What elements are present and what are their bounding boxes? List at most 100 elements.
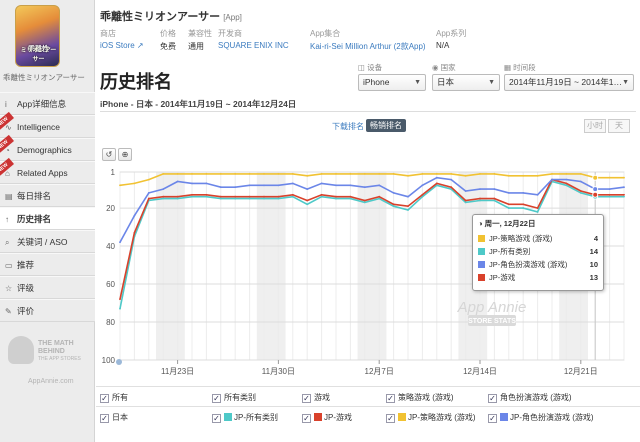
y-tick-label: 40 [106, 242, 115, 251]
legend-filter-2[interactable]: ✓ 游戏 [302, 392, 330, 403]
sidebar-item-1[interactable]: ∿ Intelligence NEW [0, 111, 95, 138]
granularity-hour-button[interactable]: 小时 [584, 119, 606, 133]
date-range-select[interactable]: 2014年11月19日 ~ 2014年1… ▼ [504, 74, 634, 91]
data-point [205, 195, 208, 198]
main-content: 乖離性ミリオンアーサー [App] 商店 iOS Store ↗ 价格 免费 兼容性 通用… [96, 0, 640, 442]
sidebar-item-5[interactable]: ↑ 历史排名 [0, 207, 95, 230]
data-point [479, 172, 481, 175]
hover-point [592, 174, 599, 181]
promo-banner[interactable]: THE MATH BEHIND THE APP STORES AppAnnie.… [8, 330, 92, 390]
legend-series-2[interactable]: ✓ JP-策略游戏 (游戏) [386, 412, 476, 423]
page-heading: 历史排名 [100, 72, 172, 92]
sidebar-item-label: 推荐 [17, 260, 35, 270]
data-point [291, 172, 294, 175]
data-point [623, 176, 625, 179]
data-point [450, 172, 453, 175]
checkbox[interactable]: ✓ [100, 414, 109, 423]
checkbox[interactable]: ✓ [302, 394, 311, 403]
legend-filter-4[interactable]: ✓ 角色扮演游戏 (游戏) [488, 392, 572, 403]
legend-filter-0[interactable]: ✓ 所有 [100, 392, 128, 403]
legend-country-filter[interactable]: ✓ 日本 [100, 412, 128, 423]
watermark-logo: App Annie [457, 299, 527, 316]
data-point [608, 195, 611, 198]
data-point [407, 209, 409, 211]
checkbox[interactable]: ✓ [212, 394, 221, 403]
promo-link[interactable]: AppAnnie.com [28, 378, 74, 385]
data-point [205, 172, 208, 175]
series-swatch [314, 413, 322, 421]
data-point [407, 195, 409, 198]
hover-point [592, 191, 599, 198]
data-point [234, 195, 237, 198]
data-point [493, 199, 496, 202]
data-point [219, 197, 222, 200]
data-point [493, 172, 496, 175]
data-point [392, 203, 395, 206]
sidebar-item-7[interactable]: ▭ 推荐 [0, 253, 95, 276]
data-point [464, 190, 467, 192]
data-point [392, 172, 395, 175]
hover-point [592, 186, 599, 193]
sidebar-item-label: 关键词 / ASO [17, 237, 68, 247]
granularity-day-button[interactable]: 天 [608, 119, 630, 133]
data-point [392, 191, 395, 194]
data-point [248, 197, 251, 200]
checkbox[interactable]: ✓ [386, 394, 395, 403]
meta-value[interactable]: Kai-ri-Sei Million Arthur (2款App) [310, 41, 426, 52]
legend-filter-3[interactable]: ✓ 策略游戏 (游戏) [386, 392, 454, 403]
checkbox[interactable]: ✓ [302, 414, 311, 423]
sidebar-item-2[interactable]: ◔ Demographics NEW [0, 134, 95, 161]
checkbox[interactable]: ✓ [488, 414, 497, 423]
divider [100, 111, 636, 112]
checkbox[interactable]: ✓ [488, 394, 497, 403]
data-point [162, 197, 165, 200]
country-select[interactable]: 日本 ▼ [432, 74, 500, 91]
data-point [162, 188, 165, 190]
legend-series-1[interactable]: ✓ JP-游戏 [302, 412, 352, 423]
app-title-text: 乖離性ミリオンアーサー [100, 11, 221, 23]
tooltip-series-label: JP-游戏 [489, 273, 516, 282]
data-point [536, 193, 539, 196]
data-point [536, 210, 539, 213]
data-point [623, 193, 625, 196]
legend-series-0[interactable]: ✓ JP-所有类别 [212, 412, 278, 423]
sidebar-item-6[interactable]: ⌕ 关键词 / ASO [0, 230, 95, 253]
sidebar-item-label: 评级 [17, 283, 35, 293]
data-point [234, 172, 237, 175]
data-point [291, 182, 294, 185]
app-icon[interactable]: 乖離性 ミリオンアーサー [15, 5, 60, 67]
reset-zoom-icon[interactable]: ↺ [102, 148, 116, 161]
checkbox[interactable]: ✓ [100, 394, 109, 403]
data-point [147, 191, 150, 194]
data-point [277, 197, 280, 200]
legend-filter-label: 所有 [112, 393, 128, 402]
meta-value: N/A [436, 41, 450, 50]
sidebar-item-4[interactable]: ▤ 每日排名 [0, 184, 95, 207]
meta-value[interactable]: SQUARE ENIX INC [218, 41, 289, 50]
device-select[interactable]: iPhone ▼ [358, 74, 426, 91]
sidebar-item-8[interactable]: ☆ 评级 [0, 276, 95, 299]
checkbox[interactable]: ✓ [212, 414, 221, 423]
data-point [479, 197, 481, 200]
device-select-group: ◫ 设备 iPhone ▼ [358, 62, 426, 91]
legend-filter-1[interactable]: ✓ 所有类别 [212, 392, 256, 403]
tooltip-row: JP-策略游戏 (游戏) 4 [478, 232, 598, 245]
tooltip-row: JP-角色扮演游戏 (游戏) 10 [478, 258, 598, 271]
tab-grossing-rank[interactable]: 畅销排名 [366, 119, 406, 132]
sidebar-item-9[interactable]: ✎ 评价 [0, 299, 95, 322]
legend-series-label: JP-角色扮演游戏 (游戏) [510, 413, 594, 422]
data-point [306, 174, 309, 177]
data-point [349, 172, 352, 175]
meta-value[interactable]: iOS Store ↗ [100, 41, 144, 50]
tab-downloads-rank[interactable]: 下载排名 [332, 121, 364, 132]
sidebar-nav: i App详细信息 ∿ Intelligence NEW ◔ Demographics NEW… [0, 92, 95, 322]
data-point [623, 186, 625, 189]
tooltip-series-label: JP-策略游戏 (游戏) [489, 234, 553, 243]
data-point [133, 231, 136, 234]
sidebar-item-0[interactable]: i App详细信息 [0, 92, 95, 115]
checkbox[interactable]: ✓ [386, 414, 395, 423]
zoom-in-icon[interactable]: ⊕ [118, 148, 132, 161]
legend-series-3[interactable]: ✓ JP-角色扮演游戏 (游戏) [488, 412, 594, 423]
data-point [263, 197, 265, 200]
sidebar-item-3[interactable]: ⌂ Related Apps NEW [0, 157, 95, 184]
